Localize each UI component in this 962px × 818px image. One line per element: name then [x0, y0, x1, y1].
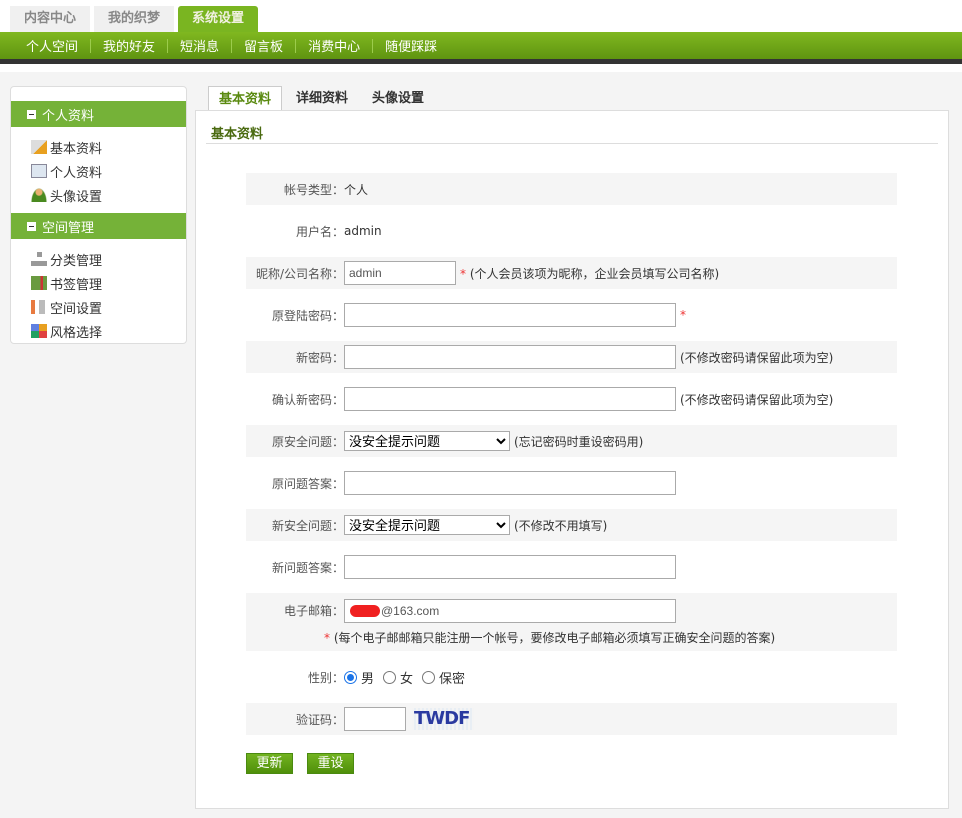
folder-icon: [31, 276, 47, 290]
profile-form: 帐号类型：个人 用户名：admin 昵称/公司名称： * (个人会员该项为昵称，企…: [246, 173, 897, 745]
sidebar-item-basic-info[interactable]: 基本资料: [11, 135, 186, 159]
collapse-icon: [27, 109, 36, 119]
nav-browse[interactable]: 随便踩踩: [373, 36, 449, 55]
label: 原安全问题：: [271, 434, 344, 449]
required-star: *: [680, 308, 686, 322]
nav-personal-space[interactable]: 个人空间: [14, 36, 90, 55]
hierarchy-icon: [31, 252, 47, 266]
old-password-input[interactable]: [344, 303, 676, 327]
main-tabs: 基本资料 详细资料 头像设置: [208, 86, 438, 111]
required-star: *: [324, 630, 330, 645]
label: 性别：: [307, 670, 344, 685]
sidebar-item-categories[interactable]: 分类管理: [11, 247, 186, 271]
label: 帐号类型：: [283, 182, 344, 197]
sidebar-item-label: 风格选择: [50, 325, 103, 341]
tab-system-settings[interactable]: 系统设置: [178, 6, 259, 32]
radio-label: 保密: [439, 671, 466, 687]
user-icon: [31, 188, 47, 202]
new-password-input[interactable]: [344, 345, 676, 369]
label: 昵称/公司名称：: [255, 266, 344, 281]
nav-friends[interactable]: 我的好友: [91, 36, 167, 55]
nickname-note: (个人会员该项为昵称，企业会员填写公司名称): [469, 266, 720, 281]
top-tabs: 内容中心 我的织梦 系统设置: [10, 6, 259, 32]
label: 新密码：: [295, 350, 344, 365]
sidebar-item-style[interactable]: 风格选择: [11, 319, 186, 343]
main-panel: 基本资料 帐号类型：个人 用户名：admin 昵称/公司名称： * (个人会员该项…: [195, 110, 949, 809]
nav-guestbook[interactable]: 留言板: [232, 36, 295, 55]
radio-label: 男: [361, 671, 375, 687]
group-title: 空间管理: [42, 220, 95, 236]
redaction-mark: [350, 604, 380, 617]
sidebar-item-avatar[interactable]: 头像设置: [11, 183, 186, 207]
gender-secret-radio[interactable]: [422, 670, 436, 684]
confirm-password-input[interactable]: [344, 387, 676, 411]
confirm-password-note: (不修改密码请保留此项为空): [680, 392, 834, 407]
sidebar-item-profile[interactable]: 个人资料: [11, 159, 186, 183]
tab-content-center[interactable]: 内容中心: [10, 6, 91, 32]
radio-label: 女: [400, 671, 414, 687]
divider: [0, 59, 962, 64]
label: 新问题答案：: [271, 560, 344, 575]
label: 用户名：: [295, 224, 344, 239]
tab-my-dedecms[interactable]: 我的织梦: [94, 6, 175, 32]
label: 电子邮箱：: [283, 604, 344, 618]
divider: [206, 143, 938, 144]
nickname-input[interactable]: [344, 261, 456, 285]
old-answer-input[interactable]: [344, 471, 676, 495]
sidebar-item-space-settings[interactable]: 空间设置: [11, 295, 186, 319]
sidebar-item-label: 空间设置: [50, 301, 103, 317]
section-title: 基本资料: [211, 127, 264, 142]
tab-avatar-settings[interactable]: 头像设置: [362, 86, 434, 111]
tab-detailed-info[interactable]: 详细资料: [286, 86, 358, 111]
sidebar-group-space[interactable]: 空间管理: [11, 213, 186, 239]
nav-bar: 个人空间 我的好友 短消息 留言板 消费中心 随便踩踩: [0, 32, 962, 59]
label: 原问题答案：: [271, 476, 344, 491]
sidebar-item-label: 基本资料: [50, 141, 103, 157]
sidebar-item-label: 个人资料: [50, 165, 103, 181]
sidebar-item-bookmarks[interactable]: 书签管理: [11, 271, 186, 295]
gender-female-radio[interactable]: [383, 670, 397, 684]
id-card-icon: [31, 164, 47, 178]
reset-button[interactable]: 重设: [307, 753, 354, 774]
label: 新安全问题：: [271, 518, 344, 533]
sidebar-group-personal[interactable]: 个人资料: [11, 101, 186, 127]
new-answer-input[interactable]: [344, 555, 676, 579]
new-security-question-select[interactable]: 没安全提示问题: [344, 515, 510, 535]
required-star: *: [460, 266, 466, 281]
username-value: admin: [344, 224, 382, 238]
tab-basic-info[interactable]: 基本资料: [208, 86, 283, 111]
gender-male-radio[interactable]: [344, 670, 357, 684]
email-input[interactable]: [344, 598, 676, 623]
nav-consumption[interactable]: 消费中心: [296, 36, 372, 55]
label: 原登陆密码：: [271, 308, 344, 323]
tools-icon: [31, 300, 47, 314]
group-title: 个人资料: [42, 108, 95, 124]
sidebar: 个人资料 基本资料 个人资料 头像设置 空间管理 分类管理 书签管理 空间设置 …: [10, 86, 187, 344]
captcha-input[interactable]: [344, 707, 406, 731]
label: 确认新密码：: [271, 392, 344, 407]
sidebar-item-label: 头像设置: [50, 189, 103, 205]
old-security-question-select[interactable]: 没安全提示问题: [344, 431, 510, 451]
nav-messages[interactable]: 短消息: [168, 36, 231, 55]
sidebar-item-label: 书签管理: [50, 277, 103, 293]
email-note: (每个电子邮邮箱只能注册一个帐号，要修改电子邮箱必须填写正确安全问题的答案): [333, 630, 776, 645]
collapse-icon: [27, 221, 36, 231]
account-type-value: 个人: [344, 182, 369, 197]
update-button[interactable]: 更新: [246, 753, 293, 774]
old-question-note: (忘记密码时重设密码用): [514, 434, 644, 449]
edit-icon: [31, 140, 47, 154]
palette-grid-icon: [31, 324, 47, 338]
new-password-note: (不修改密码请保留此项为空): [680, 350, 834, 365]
sidebar-item-label: 分类管理: [50, 253, 103, 269]
captcha-image[interactable]: TWDF: [412, 708, 474, 730]
new-question-note: (不修改不用填写): [514, 518, 608, 533]
label: 验证码：: [295, 712, 344, 727]
